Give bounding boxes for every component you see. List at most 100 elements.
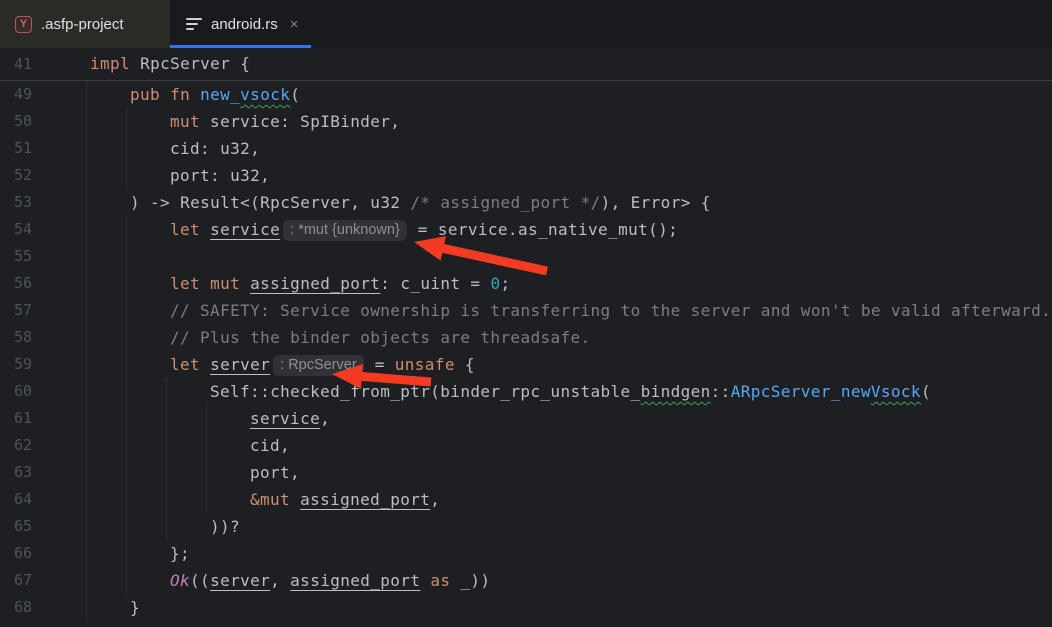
code-token: service — [250, 409, 320, 428]
code-line: 59let server: RpcServer = unsafe { — [0, 351, 1052, 378]
code-token: assigned_port — [290, 571, 420, 590]
code-token: service — [210, 220, 280, 239]
line-number[interactable]: 60 — [0, 378, 32, 405]
code-text: &mut assigned_port, — [32, 486, 440, 513]
code-token: ARpcServer_new — [731, 382, 871, 401]
code-token: , — [320, 409, 330, 428]
code-token: Ok — [170, 571, 190, 590]
project-icon: Y — [15, 16, 32, 33]
file-type-icon — [186, 18, 202, 30]
code-line: 57 // SAFETY: Service ownership is transf… — [0, 297, 1052, 324]
code-token: new_ — [200, 85, 240, 104]
code-token: _)) — [450, 571, 490, 590]
code-text: }; — [32, 540, 190, 567]
code-token: server — [210, 355, 270, 374]
code-token: assigned_port — [250, 274, 380, 293]
code-text: mut service: SpIBinder, — [32, 108, 400, 135]
code-token: ( — [921, 382, 931, 401]
code-text: } — [32, 594, 140, 621]
code-token: // SAFETY: Service ownership is transfer… — [170, 301, 1051, 320]
code-text: let server: RpcServer = unsafe { — [32, 351, 475, 378]
code-token — [240, 274, 250, 293]
code-text: let service: *mut {unknown} = service.as… — [32, 216, 678, 243]
code-text: service, — [32, 405, 330, 432]
line-number[interactable]: 50 — [0, 108, 32, 135]
code-token: unsafe — [395, 355, 455, 374]
code-line: 51 cid: u32, — [0, 135, 1052, 162]
inlay-type-hint[interactable]: : RpcServer — [273, 355, 364, 376]
code-line: 49pub fn new_vsock( — [0, 81, 1052, 108]
code-text: cid: u32, — [32, 135, 260, 162]
code-token: cid, — [250, 436, 290, 455]
line-number[interactable]: 52 — [0, 162, 32, 189]
line-number[interactable]: 64 — [0, 486, 32, 513]
code-token — [200, 220, 210, 239]
code-line: 63port, — [0, 459, 1052, 486]
line-number[interactable]: 55 — [0, 243, 32, 270]
code-token: ) -> Result<(RpcServer, u32 — [130, 193, 410, 212]
code-token — [200, 274, 210, 293]
code-token: { — [455, 355, 475, 374]
line-number[interactable]: 41 — [0, 48, 32, 80]
code-token: impl — [90, 54, 130, 73]
code-text: Ok((server, assigned_port as _)) — [32, 567, 490, 594]
line-number[interactable]: 51 — [0, 135, 32, 162]
code-line: 61service, — [0, 405, 1052, 432]
code-token: bindgen — [641, 382, 711, 401]
code-token: pub — [130, 85, 160, 104]
code-token: let — [170, 220, 200, 239]
line-number[interactable]: 63 — [0, 459, 32, 486]
line-number[interactable]: 68 — [0, 594, 32, 621]
code-token: port: u32, — [170, 166, 270, 185]
line-number[interactable]: 54 — [0, 216, 32, 243]
line-number[interactable]: 56 — [0, 270, 32, 297]
code-line: 56let mut assigned_port: c_uint = 0; — [0, 270, 1052, 297]
code-line: 62 cid, — [0, 432, 1052, 459]
code-text: impl RpcServer { — [32, 48, 250, 80]
tab-close-icon[interactable]: × — [290, 17, 299, 32]
code-text: port: u32, — [32, 162, 270, 189]
project-widget[interactable]: Y .asfp-project — [0, 0, 170, 48]
code-token: assigned_port — [300, 490, 430, 509]
code-token — [190, 85, 200, 104]
editor-tab-android-rs[interactable]: android.rs × — [170, 0, 311, 48]
tab-title: android.rs — [211, 16, 278, 33]
code-token: cid: u32, — [170, 139, 260, 158]
line-number[interactable]: 59 — [0, 351, 32, 378]
code-token: &mut — [250, 490, 290, 509]
code-token: }; — [170, 544, 190, 563]
code-token: /* assigned_port */ — [410, 193, 600, 212]
line-number[interactable]: 53 — [0, 189, 32, 216]
line-number[interactable]: 65 — [0, 513, 32, 540]
code-token: let — [170, 274, 200, 293]
code-line: 67Ok((server, assigned_port as _)) — [0, 567, 1052, 594]
line-number[interactable]: 49 — [0, 81, 32, 108]
code-text: let mut assigned_port: c_uint = 0; — [32, 270, 510, 297]
line-number[interactable]: 61 — [0, 405, 32, 432]
code-line: 55 — [0, 243, 1052, 270]
line-number[interactable]: 66 — [0, 540, 32, 567]
code-line: 50mut service: SpIBinder, — [0, 108, 1052, 135]
code-token: ; — [500, 274, 510, 293]
code-token: = service.as_native_mut(); — [408, 220, 678, 239]
inlay-type-hint[interactable]: : *mut {unknown} — [283, 220, 407, 241]
code-token: service: SpIBinder, — [200, 112, 400, 131]
line-number[interactable]: 62 — [0, 432, 32, 459]
top-bar: Y .asfp-project android.rs × — [0, 0, 1052, 48]
code-line: 65))? — [0, 513, 1052, 540]
code-token: RpcServer { — [130, 54, 250, 73]
code-line: 60Self::checked_from_ptr(binder_rpc_unst… — [0, 378, 1052, 405]
code-token: as — [430, 571, 450, 590]
line-number[interactable]: 57 — [0, 297, 32, 324]
code-line: 66}; — [0, 540, 1052, 567]
line-number[interactable]: 67 — [0, 567, 32, 594]
code-token: mut — [170, 112, 200, 131]
code-token: vsock — [240, 85, 290, 104]
project-name: .asfp-project — [41, 16, 124, 33]
sticky-scope-line: 41impl RpcServer { — [0, 48, 1052, 81]
code-token: // Plus the binder objects are threadsaf… — [170, 328, 591, 347]
line-number[interactable]: 58 — [0, 324, 32, 351]
code-token — [290, 490, 300, 509]
code-token: :: — [711, 382, 731, 401]
code-line: 53 ) -> Result<(RpcServer, u32 /* assigne… — [0, 189, 1052, 216]
